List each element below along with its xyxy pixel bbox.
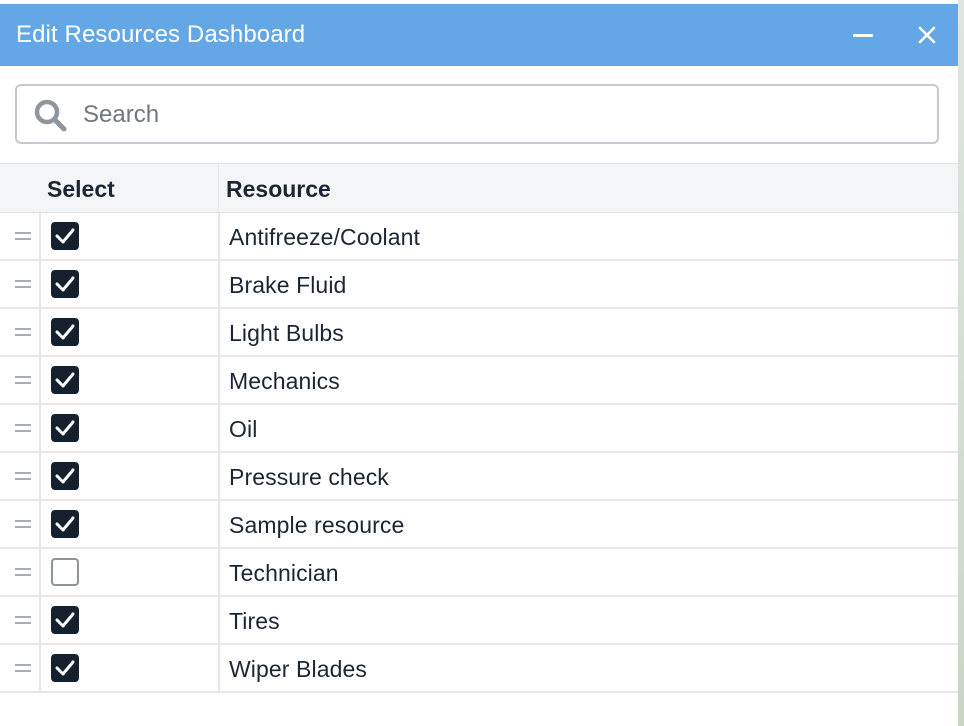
column-divider [218,405,220,451]
column-divider [218,261,220,307]
table-row[interactable]: Antifreeze/Coolant [0,213,958,261]
resource-name: Pressure check [229,464,389,490]
checkmark-icon [55,660,75,676]
edit-resources-dialog: Edit Resources Dashboard Select Re [0,0,958,726]
search-icon [33,98,69,134]
column-divider [39,501,41,547]
column-divider [39,453,41,499]
table-row[interactable]: Pressure check [0,453,958,501]
table-header: Select Resource [0,163,958,213]
column-divider [39,645,41,691]
column-divider [39,405,41,451]
select-checkbox[interactable] [51,606,79,634]
checkmark-icon [55,228,75,244]
table-row[interactable]: Wiper Blades [0,645,958,693]
resource-name: Wiper Blades [229,656,367,682]
drag-handle-icon[interactable] [15,424,31,432]
column-divider [218,453,220,499]
column-divider [218,549,220,595]
drag-handle-icon[interactable] [15,616,31,624]
resource-name: Light Bulbs [229,320,344,346]
checkmark-icon [55,420,75,436]
minimize-icon [853,34,873,37]
header-divider [218,164,219,213]
checkmark-icon [55,276,75,292]
drag-handle-icon[interactable] [15,568,31,576]
select-checkbox[interactable] [51,414,79,442]
drag-handle-icon[interactable] [15,664,31,672]
drag-handle-icon[interactable] [15,280,31,288]
resources-table: Select Resource Antifreeze/Coolant Brake … [0,163,958,693]
column-divider [39,357,41,403]
column-divider [218,645,220,691]
search-input[interactable] [81,94,925,136]
column-divider [218,501,220,547]
resource-name: Brake Fluid [229,272,347,298]
checkmark-icon [55,468,75,484]
column-divider [39,309,41,355]
select-checkbox[interactable] [51,510,79,538]
column-divider [39,213,41,259]
table-row[interactable]: Technician [0,549,958,597]
column-divider [218,357,220,403]
column-divider [39,549,41,595]
drag-handle-icon[interactable] [15,232,31,240]
select-checkbox[interactable] [51,222,79,250]
select-checkbox[interactable] [51,366,79,394]
column-divider [218,213,220,259]
table-row[interactable]: Brake Fluid [0,261,958,309]
checkmark-icon [55,612,75,628]
select-checkbox[interactable] [51,558,79,586]
search-box[interactable] [15,84,939,144]
column-divider [218,309,220,355]
checkmark-icon [55,516,75,532]
drag-handle-icon[interactable] [15,328,31,336]
table-row[interactable]: Oil [0,405,958,453]
column-divider [39,597,41,643]
checkmark-icon [55,324,75,340]
resource-name: Antifreeze/Coolant [229,224,421,250]
column-divider [39,261,41,307]
column-header-resource[interactable]: Resource [226,176,331,203]
select-checkbox[interactable] [51,462,79,490]
resource-name: Tires [229,608,280,634]
select-checkbox[interactable] [51,318,79,346]
resource-name: Oil [229,416,258,442]
checkmark-icon [55,372,75,388]
column-divider [218,597,220,643]
table-row[interactable]: Tires [0,597,958,645]
close-button[interactable] [909,17,945,53]
select-checkbox[interactable] [51,654,79,682]
table-row[interactable]: Sample resource [0,501,958,549]
dialog-titlebar: Edit Resources Dashboard [0,4,958,66]
drag-handle-icon[interactable] [15,472,31,480]
resource-name: Sample resource [229,512,405,538]
resource-name: Mechanics [229,368,340,394]
table-body: Antifreeze/Coolant Brake Fluid Light Bulbs… [0,213,958,693]
dialog-title: Edit Resources Dashboard [16,21,306,48]
table-row[interactable]: Light Bulbs [0,309,958,357]
table-row[interactable]: Mechanics [0,357,958,405]
select-checkbox[interactable] [51,270,79,298]
minimize-button[interactable] [845,17,881,53]
column-header-select[interactable]: Select [47,176,115,203]
background-app-edge [958,0,964,726]
drag-handle-icon[interactable] [15,376,31,384]
resource-name: Technician [229,560,339,586]
drag-handle-icon[interactable] [15,520,31,528]
